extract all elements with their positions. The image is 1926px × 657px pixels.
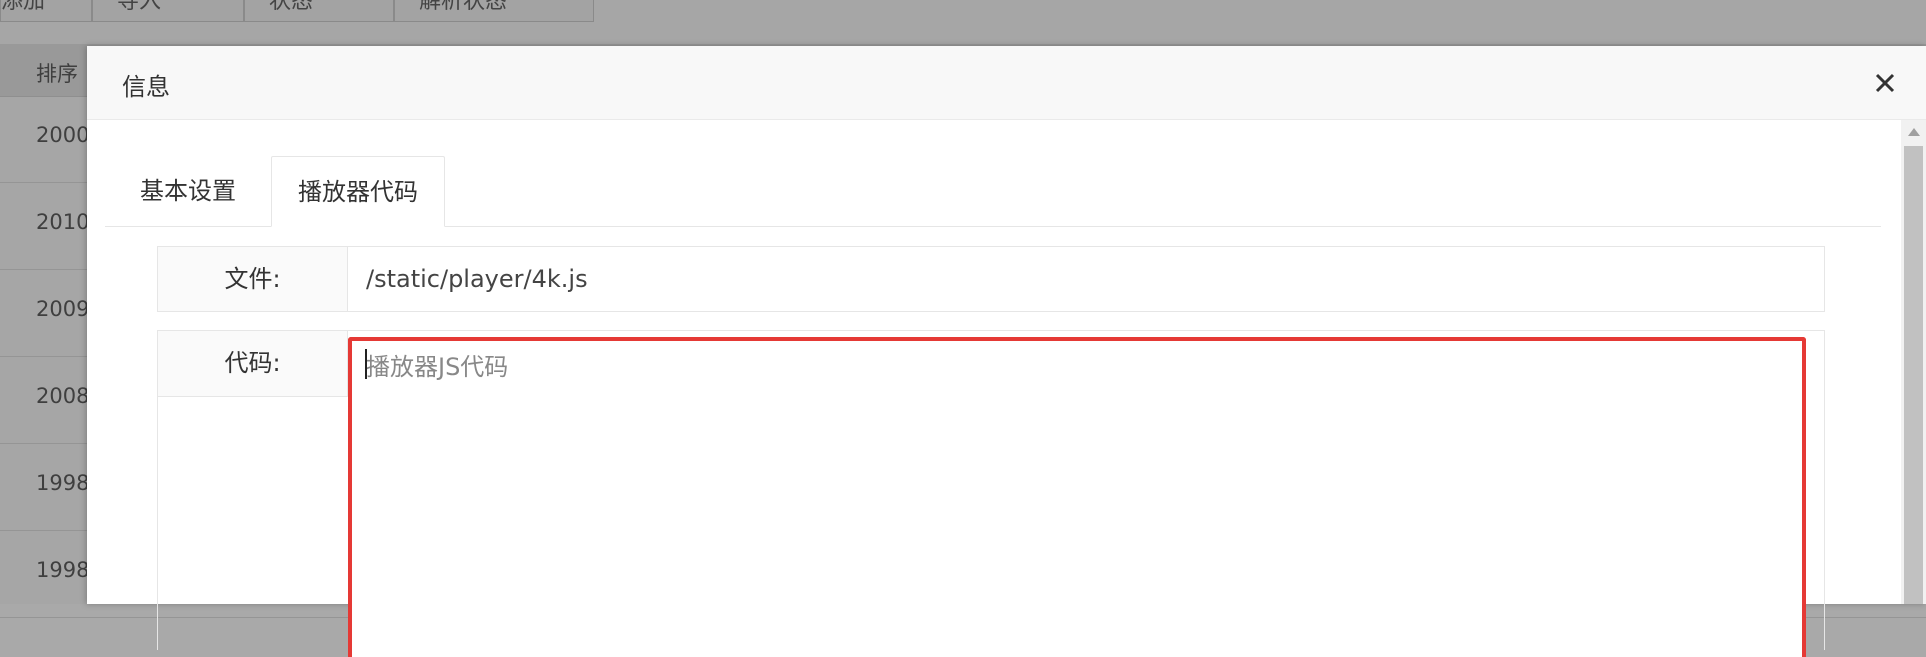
code-label: 代码: bbox=[158, 331, 348, 397]
dialog-tabs: 基本设置 播放器代码 bbox=[105, 156, 1881, 227]
info-dialog: 信息 基本设置 播放器代码 文件: 代码: bbox=[87, 46, 1926, 657]
tab-player-code[interactable]: 播放器代码 bbox=[271, 156, 445, 227]
code-form-row: 代码: bbox=[157, 330, 1825, 657]
file-path-input[interactable] bbox=[348, 247, 1824, 311]
background-toolbar: 添加 导入 状态 解析状态 bbox=[0, 0, 594, 24]
dialog-header: 信息 bbox=[87, 46, 1926, 120]
tab-basic-settings[interactable]: 基本设置 bbox=[105, 156, 271, 227]
close-button[interactable] bbox=[1868, 66, 1902, 100]
background-status-button: 状态 bbox=[244, 0, 394, 22]
close-icon bbox=[1875, 73, 1895, 93]
background-parse-status-button: 解析状态 bbox=[394, 0, 594, 22]
player-code-textarea[interactable] bbox=[352, 341, 1802, 657]
background-row-value: 2008 bbox=[36, 384, 90, 408]
code-textarea-focus-frame bbox=[348, 337, 1806, 657]
background-row-value: 2010 bbox=[36, 210, 90, 234]
file-label: 文件: bbox=[158, 247, 348, 311]
background-column-sort: 排序 bbox=[36, 62, 78, 86]
background-add-button: 添加 bbox=[0, 0, 92, 22]
scrollbar-thumb[interactable] bbox=[1904, 146, 1923, 604]
background-row-value: 1998 bbox=[36, 558, 90, 582]
dialog-scrollbar[interactable] bbox=[1901, 120, 1926, 604]
scroll-up-arrow-icon[interactable] bbox=[1908, 128, 1920, 136]
background-row-value: 1998 bbox=[36, 471, 90, 495]
file-form-row: 文件: bbox=[157, 246, 1825, 312]
dialog-title: 信息 bbox=[122, 73, 170, 101]
background-row-value: 2009 bbox=[36, 297, 90, 321]
background-import-button: 导入 bbox=[92, 0, 244, 22]
text-caret bbox=[365, 349, 367, 379]
background-row-value: 2000 bbox=[36, 123, 90, 147]
